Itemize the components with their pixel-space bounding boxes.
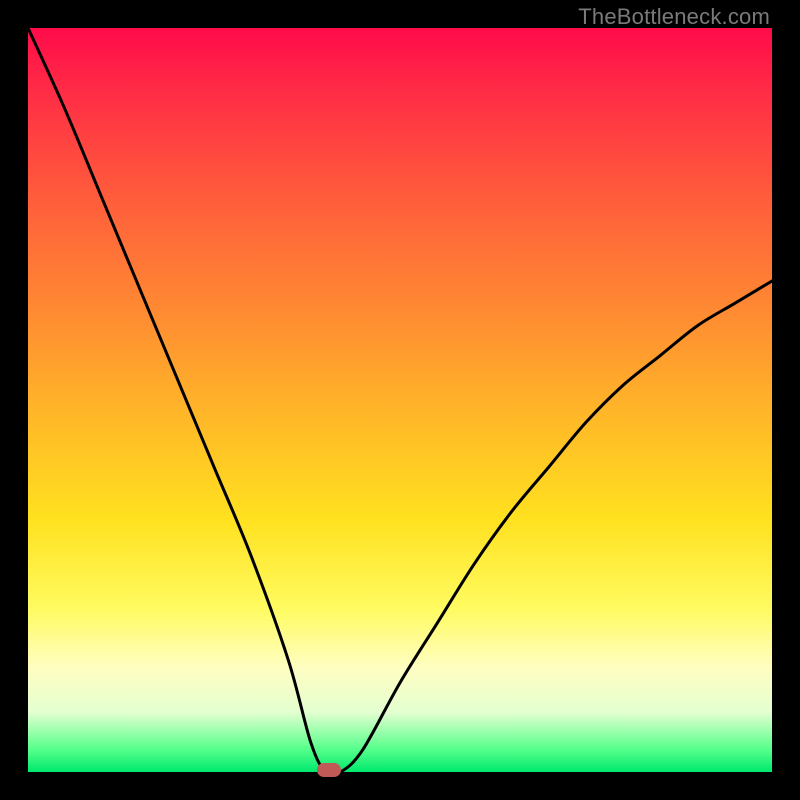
optimal-marker xyxy=(317,763,341,777)
watermark-text: TheBottleneck.com xyxy=(578,4,770,30)
chart-frame: TheBottleneck.com xyxy=(0,0,800,800)
plot-area xyxy=(28,28,772,772)
curve-layer xyxy=(28,28,772,772)
bottleneck-curve xyxy=(28,28,772,772)
